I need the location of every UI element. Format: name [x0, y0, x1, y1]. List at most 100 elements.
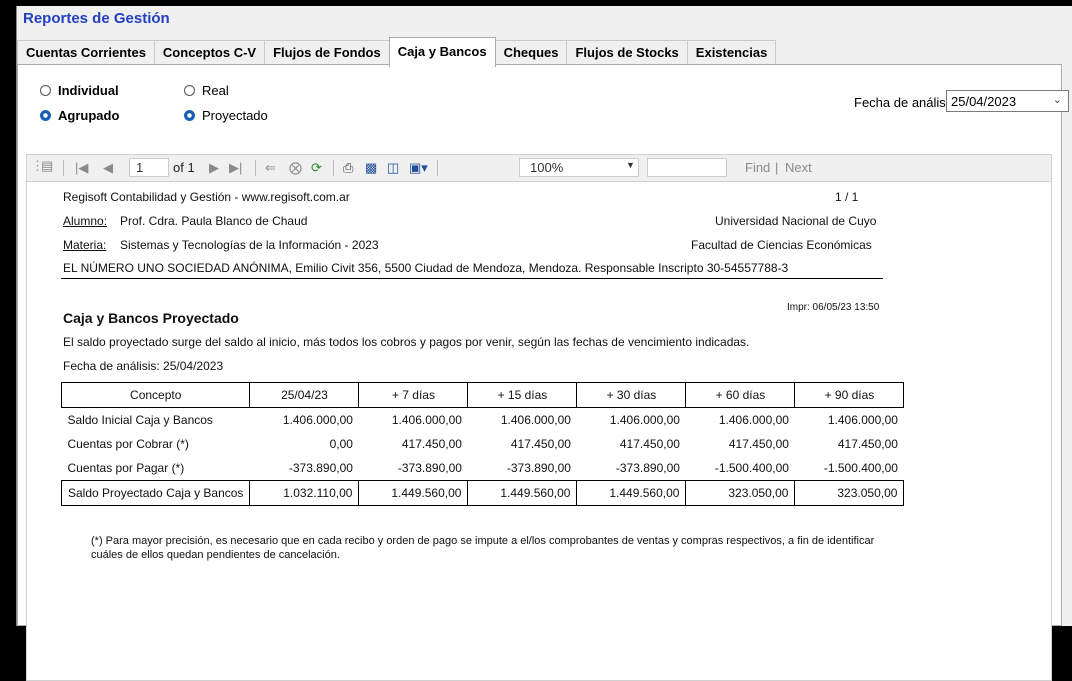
print-icon[interactable]: ⎙	[343, 160, 353, 176]
table-cell: 417.450,00	[728, 437, 789, 451]
cash-projection-table: Concepto 25/04/23 + 7 días + 15 días + 3…	[60, 382, 905, 506]
next-link[interactable]: Next	[785, 160, 812, 175]
find-link[interactable]: Find	[745, 160, 770, 175]
dropdown-arrow-icon: ▼	[626, 160, 635, 170]
materia-name: Sistemas y Tecnologías de la Información…	[120, 238, 379, 252]
separator	[255, 160, 256, 176]
university-name: Universidad Nacional de Cuyo	[715, 214, 877, 228]
table-cell: -373.890,00	[288, 461, 353, 475]
radio-individual[interactable]: Individual	[40, 83, 119, 98]
table-header-row: Concepto 25/04/23 + 7 días + 15 días + 3…	[60, 382, 905, 408]
back-icon[interactable]: ⇐	[265, 160, 276, 176]
entity-line: EL NÚMERO UNO SOCIEDAD ANÓNIMA, Emilio C…	[63, 261, 789, 275]
column-header: 25/04/23	[249, 382, 360, 408]
column-header: + 90 días	[794, 382, 905, 408]
column-header: + 15 días	[467, 382, 578, 408]
report-viewer[interactable]: Regisoft Contabilidad y Gestión - www.re…	[26, 181, 1052, 681]
company-line: Regisoft Contabilidad y Gestión - www.re…	[63, 190, 350, 204]
separator	[333, 160, 334, 176]
radio-proyectado[interactable]: Proyectado	[184, 108, 268, 123]
table-cell: 1.406.000,00	[500, 413, 571, 427]
tab-flujos-de-stocks[interactable]: Flujos de Stocks	[566, 40, 688, 65]
tab-cuentas-corrientes[interactable]: Cuentas Corrientes	[17, 40, 155, 65]
total-row: Saldo Proyectado Caja y Bancos 1.032.110…	[60, 480, 905, 506]
tab-caja-y-bancos[interactable]: Caja y Bancos	[388, 37, 496, 67]
column-header: Concepto	[60, 382, 251, 408]
row-label: Saldo Inicial Caja y Bancos	[67, 413, 213, 427]
print-timestamp: Impr: 06/05/23 13:50	[787, 302, 880, 313]
tab-bar: Cuentas Corrientes Conceptos C-V Flujos …	[17, 37, 777, 67]
radio-real[interactable]: Real	[184, 83, 229, 98]
table-cell: 1.406.000,00	[391, 413, 462, 427]
tab-panel: Individual Agrupado Real Proyectado Fech…	[17, 64, 1069, 681]
tab-cheques[interactable]: Cheques	[494, 40, 568, 65]
row-label: Cuentas por Cobrar (*)	[67, 437, 189, 451]
fecha-analisis-picker[interactable]: 25/04/2023 ⌄	[946, 90, 1069, 112]
radio-agrupado[interactable]: Agrupado	[40, 108, 119, 123]
find-separator: |	[775, 160, 779, 175]
table-row: Saldo Inicial Caja y Bancos 1.406.000,00…	[62, 408, 904, 433]
next-page-icon[interactable]: ▶	[209, 160, 219, 176]
table-cell: -1.500.400,00	[714, 461, 789, 475]
table-cell: -373.890,00	[397, 461, 462, 475]
document-map-icon[interactable]: ▤	[41, 158, 53, 174]
column-header: + 7 días	[358, 382, 469, 408]
faculty-name: Facultad de Ciencias Económicas	[691, 238, 872, 252]
radio-indicator-selected	[40, 110, 51, 121]
fecha-analisis-line: Fecha de análisis: 25/04/2023	[63, 359, 224, 373]
zoom-value: 100%	[530, 160, 564, 175]
table-cell: -373.890,00	[615, 461, 680, 475]
radio-indicator	[184, 85, 195, 96]
print-layout-icon[interactable]: ▩	[365, 160, 377, 176]
table-cell: 323.050,00	[685, 480, 796, 506]
table-cell: 1.406.000,00	[282, 413, 353, 427]
last-page-icon[interactable]: ▶|	[229, 160, 242, 176]
page-setup-icon[interactable]: ◫	[387, 160, 399, 176]
stop-icon[interactable]: ⨂	[289, 160, 302, 176]
page-count-label: of 1	[173, 160, 195, 175]
row-label: Saldo Proyectado Caja y Bancos	[60, 480, 251, 506]
radio-agrupado-label: Agrupado	[58, 108, 120, 123]
previous-page-icon[interactable]: ◀	[103, 160, 113, 176]
page-counter: 1 / 1	[835, 190, 859, 204]
table-cell: 417.450,00	[619, 437, 680, 451]
tab-conceptos-cv[interactable]: Conceptos C-V	[153, 40, 266, 65]
refresh-icon[interactable]: ⟳	[311, 160, 322, 176]
radio-real-label: Real	[202, 83, 229, 98]
table-row: Cuentas por Cobrar (*) 0,00 417.450,00 4…	[62, 432, 904, 456]
table-cell: 1.406.000,00	[609, 413, 680, 427]
table-cell: 323.050,00	[794, 480, 905, 506]
table-cell: 417.450,00	[837, 437, 898, 451]
find-input[interactable]	[647, 158, 727, 177]
radio-indicator	[40, 85, 51, 96]
row-label: Cuentas por Pagar (*)	[67, 461, 185, 475]
table-cell: 0,00	[329, 437, 353, 451]
tab-existencias[interactable]: Existencias	[686, 40, 777, 65]
zoom-select[interactable]: 100% ▼	[519, 158, 639, 177]
table-cell: 417.450,00	[510, 437, 571, 451]
header-divider	[61, 278, 883, 279]
alumno-label: Alumno:	[63, 214, 108, 228]
table-row: Cuentas por Pagar (*) -373.890,00 -373.8…	[62, 456, 904, 481]
separator	[437, 160, 438, 176]
chevron-down-icon[interactable]: ⌄	[1053, 93, 1062, 106]
separator	[63, 160, 64, 176]
report-description: El saldo proyectado surge del saldo al i…	[63, 335, 750, 349]
radio-indicator-selected	[184, 110, 195, 121]
reportes-window: Reportes de Gestión Cuentas Corrientes C…	[16, 6, 1072, 681]
report-title: Caja y Bancos Proyectado	[63, 310, 239, 326]
table-cell: 417.450,00	[401, 437, 462, 451]
table-cell: 1.406.000,00	[718, 413, 789, 427]
table-cell: 1.449.560,00	[467, 480, 578, 506]
column-header: + 60 días	[685, 382, 796, 408]
export-icon[interactable]: ▣▾	[409, 160, 428, 176]
table-cell: -1.500.400,00	[823, 461, 898, 475]
fecha-analisis-value: 25/04/2023	[951, 94, 1017, 109]
table-cell: 1.449.560,00	[358, 480, 469, 506]
window-title: Reportes de Gestión	[23, 10, 170, 27]
tab-flujos-de-fondos[interactable]: Flujos de Fondos	[264, 40, 390, 65]
radio-proyectado-label: Proyectado	[202, 108, 268, 123]
first-page-icon[interactable]: |◀	[75, 160, 88, 176]
footnote: (*) Para mayor precisión, es necesario q…	[91, 535, 875, 561]
page-number-input[interactable]: 1	[129, 158, 169, 177]
